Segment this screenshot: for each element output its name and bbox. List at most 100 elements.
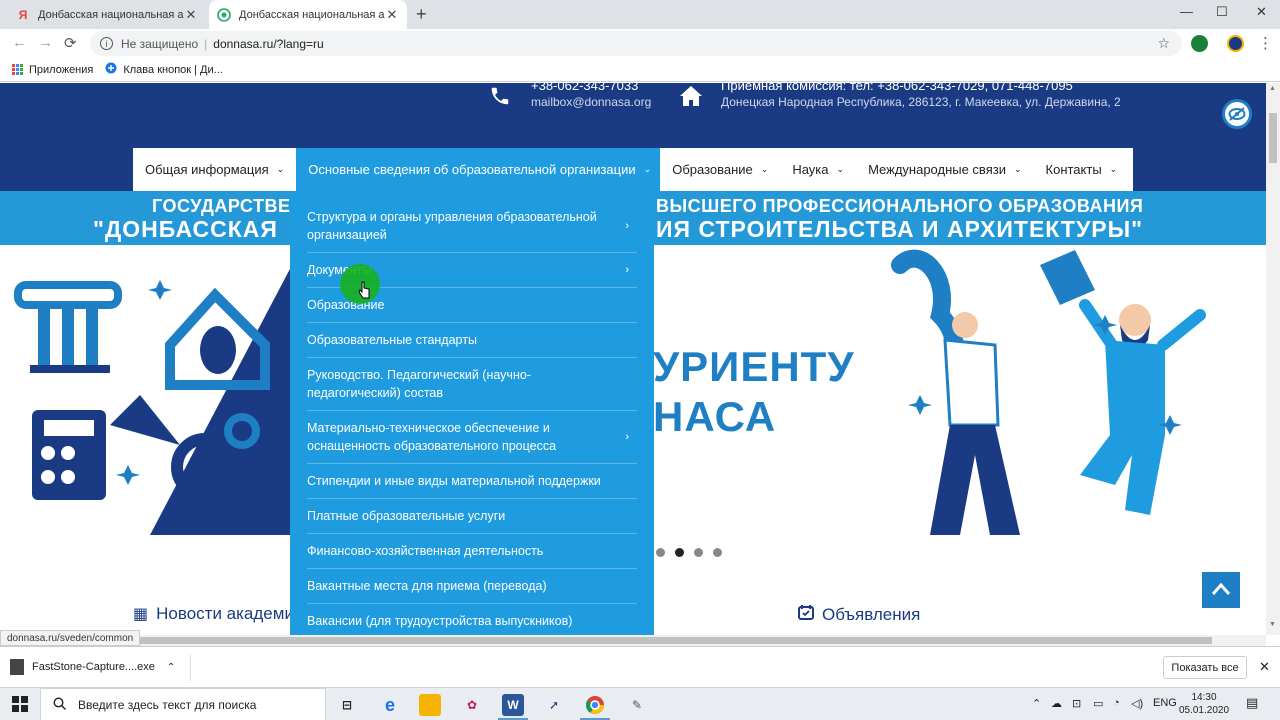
chevron-right-icon: › — [625, 264, 629, 276]
nav-education[interactable]: Образование ⌄ — [660, 148, 780, 191]
paint-icon[interactable]: ✿ — [461, 694, 483, 716]
new-tab-icon[interactable]: + — [416, 4, 427, 25]
download-item[interactable]: FastStone-Capture....exe ⌃ — [10, 654, 190, 680]
bookmark-star-icon[interactable]: ☆ — [1157, 35, 1170, 52]
banner-text: "ДОНБАССКАЯ — [93, 216, 278, 242]
email-link[interactable]: mailbox@donnasa.org — [531, 94, 651, 110]
cloud-icon[interactable]: ☁ — [1051, 697, 1062, 710]
chevron-down-icon: ⌄ — [1013, 164, 1022, 174]
dropdown-label: Финансово-хозяйственная деятельность — [307, 544, 544, 558]
announcements-section-title[interactable]: Объявления — [798, 604, 920, 625]
dropdown-label: Материально-техническое обеспечение и ос… — [307, 421, 557, 453]
profile-icon[interactable] — [1227, 35, 1244, 52]
close-icon[interactable]: ✕ — [1259, 659, 1270, 675]
dropdown-item-vacant-places[interactable]: Вакантные места для приема (перевода) — [307, 569, 637, 604]
tab-title: Донбасская национальная академ — [38, 8, 184, 21]
nav-science[interactable]: Наука ⌄ — [780, 148, 856, 191]
carousel-dots — [656, 548, 722, 557]
phone-number[interactable]: +38-062-343-7033 — [531, 83, 651, 94]
contact-block: +38-062-343-7033 mailbox@donnasa.org — [531, 83, 651, 110]
url-text: donnasa.ru/?lang=ru — [213, 36, 324, 51]
vertical-scrollbar[interactable]: ▲ ▼ — [1266, 83, 1280, 635]
show-all-button[interactable]: Показать все — [1163, 656, 1247, 679]
battery-icon[interactable]: ▭ — [1093, 697, 1103, 710]
hero-heading: УРИЕНТУ — [653, 343, 855, 390]
language-indicator[interactable]: ENG — [1153, 697, 1177, 709]
back-icon[interactable]: ← — [12, 34, 27, 51]
bookmark-site[interactable]: Клава кнопок | Ди... — [105, 62, 223, 77]
forward-icon[interactable]: → — [38, 34, 53, 51]
browser-tab-1[interactable]: Я Донбасская национальная академ ✕ — [8, 0, 206, 29]
app-icon[interactable]: ➚ — [543, 694, 565, 716]
scroll-thumb[interactable] — [1269, 113, 1277, 163]
chrome-icon[interactable] — [584, 694, 606, 716]
chevron-down-icon: ⌄ — [760, 164, 769, 174]
security-label: Не защищено — [121, 36, 199, 51]
clock-date: 05.01.2020 — [1178, 705, 1230, 716]
architecture-illustration — [14, 265, 292, 535]
nav-basic-info[interactable]: Основные сведения об образовательной орг… — [296, 148, 661, 191]
browser-tab-2[interactable]: Донбасская национальная академ ✕ — [209, 0, 407, 29]
search-placeholder: Введите здесь текст для поиска — [78, 697, 257, 712]
system-clock[interactable]: 14:30 05.01.2020 — [1178, 691, 1230, 717]
notifications-icon[interactable]: ▤ — [1246, 695, 1258, 711]
divider: | — [204, 36, 208, 51]
carousel-dot[interactable] — [713, 548, 722, 557]
address-bar[interactable]: i Не защищено | donnasa.ru/?lang=ru ☆ — [90, 31, 1182, 56]
horizontal-scrollbar[interactable] — [0, 635, 1266, 646]
dropdown-item-scholarships[interactable]: Стипендии и иные виды материальной подде… — [307, 464, 637, 499]
chevron-down-icon: ⌄ — [643, 164, 652, 174]
dropdown-item-standards[interactable]: Образовательные стандарты — [307, 323, 637, 358]
accessibility-eye-icon[interactable] — [1222, 99, 1252, 129]
volume-icon[interactable]: ◁) — [1131, 697, 1143, 710]
dropdown-label: Структурa и органы управления образовате… — [307, 210, 597, 242]
edge-icon[interactable]: e — [379, 694, 401, 716]
calendar-icon — [798, 604, 814, 625]
nav-international[interactable]: Международные связи ⌄ — [856, 148, 1033, 191]
dropdown-item-staff[interactable]: Руководство. Педагогический (научно-педа… — [307, 358, 637, 411]
dropdown-item-structure[interactable]: Структурa и органы управления образовате… — [307, 200, 637, 253]
carousel-dot-active[interactable] — [675, 548, 684, 557]
task-view-icon[interactable]: ⊟ — [336, 694, 358, 716]
carousel-dot[interactable] — [656, 548, 665, 557]
dropdown-item-facilities[interactable]: Материально-техническое обеспечение и ос… — [307, 411, 637, 464]
windows-start-icon[interactable] — [12, 696, 28, 712]
dropdown-label: Образовательные стандарты — [307, 333, 477, 347]
menu-icon[interactable]: ⋮ — [1258, 34, 1273, 52]
chevron-up-icon[interactable]: ⌃ — [1032, 697, 1041, 710]
close-tab-icon[interactable]: ✕ — [184, 7, 198, 23]
reload-icon[interactable]: ⟳ — [64, 34, 77, 52]
taskbar-search-box[interactable]: Введите здесь текст для поиска — [40, 688, 326, 720]
chevron-right-icon: › — [625, 431, 629, 443]
nav-label: Международные связи — [868, 162, 1006, 177]
paintbrush-icon[interactable]: ✎ — [626, 694, 648, 716]
minimize-icon[interactable]: — — [1180, 4, 1193, 19]
nav-general-info[interactable]: Общая информация ⌄ — [133, 148, 296, 191]
word-icon[interactable]: W — [502, 694, 524, 716]
bookmark-apps[interactable]: Приложения — [12, 64, 93, 76]
maximize-icon[interactable]: ☐ — [1216, 4, 1228, 20]
wifi-icon[interactable]: ◔ — [1113, 697, 1120, 709]
scroll-to-top-button[interactable] — [1202, 572, 1240, 608]
close-window-icon[interactable]: ✕ — [1256, 4, 1267, 20]
carousel-dot[interactable] — [694, 548, 703, 557]
network-icon[interactable]: ⊡ — [1072, 697, 1081, 710]
news-section-title[interactable]: ▦ Новости академи — [133, 604, 294, 624]
chevron-down-icon: ⌄ — [836, 164, 845, 174]
extension-icon[interactable] — [1191, 35, 1208, 52]
scroll-thumb[interactable] — [138, 637, 1212, 644]
scroll-up-icon[interactable]: ▲ — [1269, 85, 1276, 92]
nav-contacts[interactable]: Контакты ⌄ — [1034, 148, 1130, 191]
home-icon — [679, 85, 703, 110]
chevron-up-icon[interactable]: ⌃ — [167, 662, 175, 673]
file-explorer-icon[interactable] — [419, 694, 441, 716]
hero-heading: НАСА — [653, 393, 777, 440]
info-icon[interactable]: i — [100, 37, 113, 50]
dropdown-item-vacancies[interactable]: Вакансии (для трудоустройства выпускнико… — [307, 604, 637, 635]
dropdown-item-finance[interactable]: Финансово-хозяйственная деятельность — [307, 534, 637, 569]
scroll-down-icon[interactable]: ▼ — [1269, 621, 1276, 628]
dropdown-item-paid-services[interactable]: Платные образовательные услуги — [307, 499, 637, 534]
dropdown-label: Стипендии и иные виды материальной подде… — [307, 474, 601, 488]
close-tab-icon[interactable]: ✕ — [385, 7, 399, 23]
admission-block: Приемная комиссия: тел: +38-062-343-7029… — [721, 83, 1121, 110]
